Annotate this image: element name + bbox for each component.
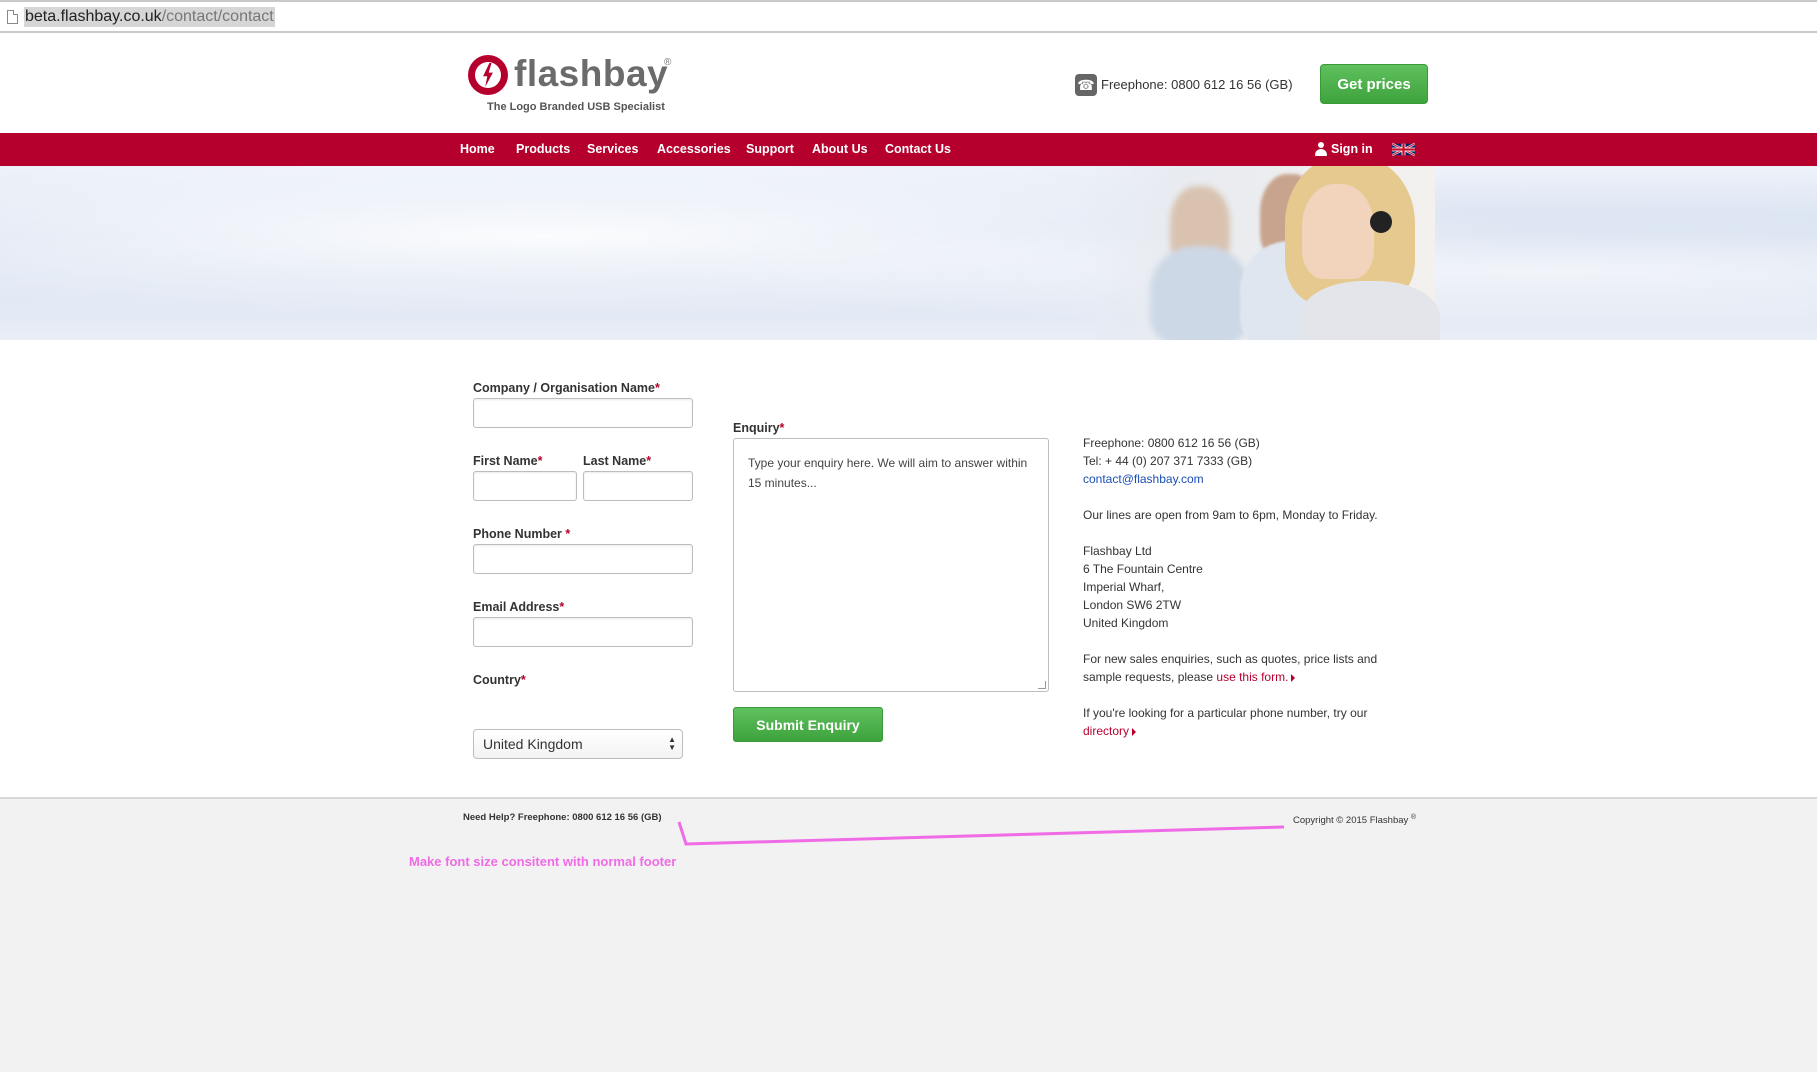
hours-text: Our lines are open from 9am to 6pm, Mond… (1083, 508, 1378, 522)
last-name-label: Last Name* (583, 454, 652, 468)
address-line: 6 The Fountain Centre (1083, 562, 1203, 576)
banner-glow (0, 166, 1817, 340)
main-nav: Home Products Services Accessories Suppo… (0, 133, 1817, 166)
address-line: United Kingdom (1083, 616, 1169, 630)
uk-flag-icon[interactable] (1392, 142, 1415, 157)
nav-services[interactable]: Services (587, 142, 638, 157)
nav-products[interactable]: Products (516, 142, 570, 157)
enquiry-placeholder: Type your enquiry here. We will aim to a… (748, 456, 1028, 490)
directory-line: directory (1083, 722, 1137, 740)
nav-support[interactable]: Support (746, 142, 794, 157)
enquiry-textarea[interactable]: Type your enquiry here. We will aim to a… (733, 438, 1049, 692)
browser-address-bar[interactable]: beta.flashbay.co.uk/contact/contact (0, 0, 1817, 33)
annotation-note: Make font size consitent with normal foo… (409, 854, 677, 869)
contact-section: Company / Organisation Name* First Name*… (0, 340, 1817, 797)
directory-text: If you're looking for a particular phone… (1083, 706, 1368, 720)
logo-tagline: The Logo Branded USB Specialist (487, 101, 665, 113)
last-name-input[interactable] (583, 471, 693, 501)
hero-banner (0, 166, 1817, 340)
phone-label: Phone Number * (473, 527, 571, 541)
required-mark: * (537, 454, 543, 468)
first-name-input[interactable] (473, 471, 577, 501)
page: flashbay ® The Logo Branded USB Speciali… (0, 33, 1817, 1072)
email-link[interactable]: contact@flashbay.com (1083, 470, 1204, 488)
enquiry-label: Enquiry* (733, 421, 785, 435)
person-back-shirt (1150, 246, 1250, 340)
required-mark: * (646, 454, 652, 468)
country-select[interactable]: United Kingdom ▲ ▼ (473, 729, 683, 759)
directory-link[interactable]: directory (1083, 724, 1129, 738)
site-header: flashbay ® The Logo Branded USB Speciali… (0, 33, 1817, 133)
required-mark: * (520, 673, 526, 687)
url-text[interactable]: beta.flashbay.co.uk/contact/contact (24, 7, 275, 27)
header-phone: Freephone: 0800 612 16 56 (GB) (1101, 77, 1293, 92)
sign-in-link[interactable]: Sign in (1331, 142, 1373, 157)
address-line: London SW6 2TW (1083, 598, 1182, 612)
required-mark: * (565, 527, 571, 541)
phone-input[interactable] (473, 544, 693, 574)
phone-icon: ☎ (1075, 74, 1097, 96)
flashbay-logo-icon[interactable] (468, 55, 508, 95)
email-label: Email Address* (473, 600, 565, 614)
country-label: Country* (473, 673, 526, 687)
address-line: Flashbay Ltd (1083, 544, 1152, 558)
nav-about-us[interactable]: About Us (812, 142, 868, 157)
use-this-form-link[interactable]: use this form. (1216, 670, 1288, 684)
registered-mark: ® (664, 57, 672, 68)
nav-contact-us[interactable]: Contact Us (885, 142, 951, 157)
email-input[interactable] (473, 617, 693, 647)
required-mark: * (654, 381, 660, 395)
caret-right-icon (1132, 727, 1137, 736)
site-footer: Need Help? Freephone: 0800 612 16 56 (GB… (0, 797, 1817, 1072)
sales-text: For new sales enquiries, such as quotes,… (1083, 652, 1378, 666)
headset-icon (1370, 211, 1392, 233)
call-center-photo (1080, 166, 1440, 340)
sales-text-line-2: sample requests, please use this form. (1083, 668, 1296, 686)
resize-handle-icon[interactable] (1038, 681, 1046, 689)
nav-home[interactable]: Home (460, 142, 495, 157)
page-icon (7, 10, 18, 24)
caret-right-icon (1291, 673, 1296, 682)
person-front-face (1302, 184, 1374, 279)
address-line: Imperial Wharf, (1083, 580, 1165, 594)
required-mark: * (559, 600, 565, 614)
submit-enquiry-button[interactable]: Submit Enquiry (733, 707, 883, 742)
country-value: United Kingdom (483, 736, 583, 752)
select-arrows-icon: ▲ ▼ (668, 735, 676, 752)
freephone-text: Freephone: 0800 612 16 56 (GB) (1083, 436, 1260, 450)
person-front-shirt (1300, 281, 1440, 340)
company-input[interactable] (473, 398, 693, 428)
first-name-label: First Name* (473, 454, 543, 468)
tel-text: Tel: + 44 (0) 207 371 7333 (GB) (1083, 454, 1253, 468)
logo-text[interactable]: flashbay (514, 53, 668, 95)
user-icon (1315, 142, 1327, 156)
required-mark: * (779, 421, 785, 435)
company-label: Company / Organisation Name* (473, 381, 660, 395)
nav-accessories[interactable]: Accessories (657, 142, 731, 157)
get-prices-button[interactable]: Get prices (1320, 64, 1428, 104)
annotation-connector-line (677, 821, 1285, 846)
